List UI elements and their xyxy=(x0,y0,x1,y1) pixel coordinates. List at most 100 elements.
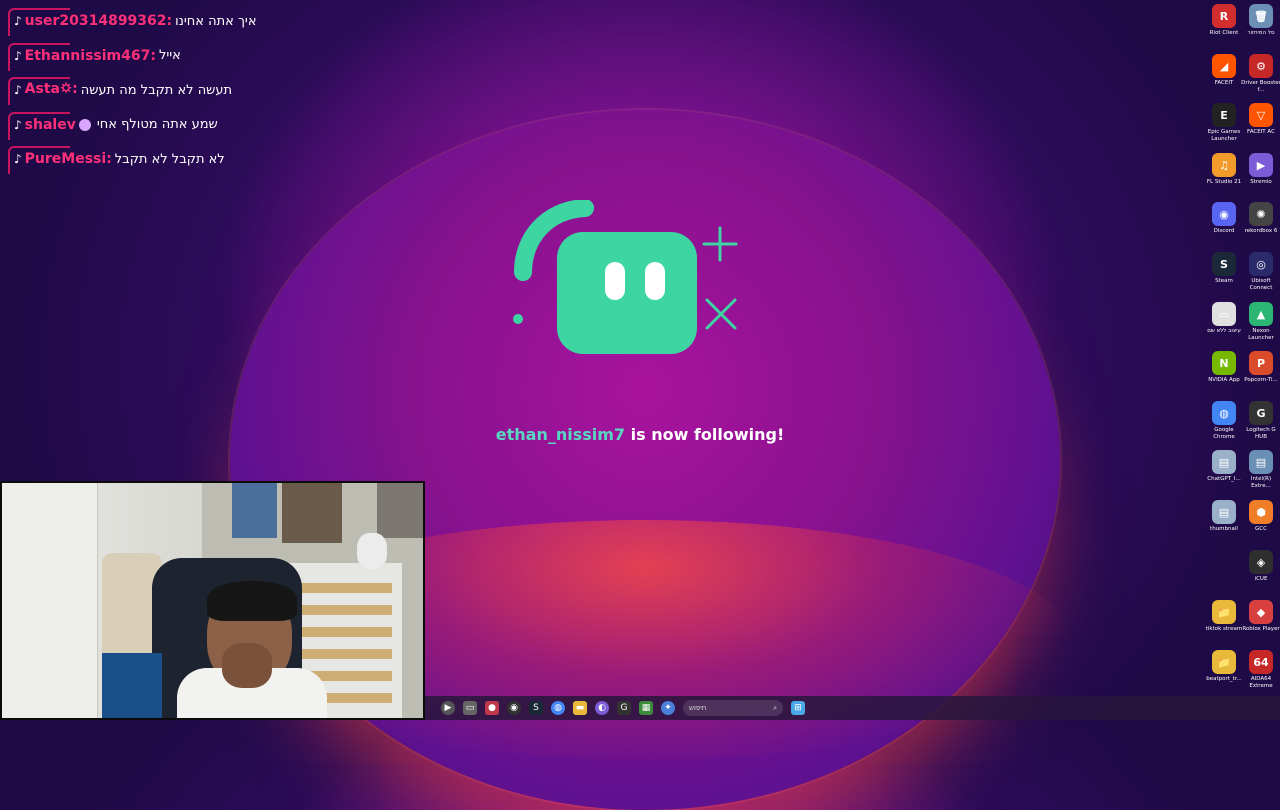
desktop-icon[interactable]: ◉ Discord xyxy=(1204,202,1244,235)
desktop-icon[interactable]: 🗑 סל המיחזור xyxy=(1241,4,1280,37)
desktop-icon-label: NVIDIA App xyxy=(1208,377,1240,383)
follow-alert-message: is now following! xyxy=(625,425,785,444)
desktop-icon[interactable]: ◆ Roblox Player xyxy=(1241,600,1280,633)
app-icon: G xyxy=(1249,401,1273,425)
chat-text: אייל xyxy=(158,48,181,63)
streamlabs-taskbar-icon[interactable]: ◐ xyxy=(595,701,609,715)
desktop-icon-label: Intel(R) Extre... xyxy=(1250,476,1272,489)
app-icon: ▤ xyxy=(1249,450,1273,474)
chat-message: ♪ shalev שמע אתה מטולף אחי xyxy=(8,111,308,140)
chat-message: ♪ user20314899362: איך אתה אחינו xyxy=(8,8,308,36)
desktop-icon[interactable]: N NVIDIA App xyxy=(1204,351,1244,384)
chat-message: ♪ Asta🌣: תעשה לא תקבל מה תעשה xyxy=(8,77,308,105)
desktop-icon-label: AIDA64 Extreme xyxy=(1249,676,1273,689)
desktop-icon-label: Logitech G HUB xyxy=(1246,427,1276,440)
chat-message: ♪ Ethannissim467: אייל xyxy=(8,42,308,71)
app-icon: N xyxy=(1212,351,1236,375)
app-icon: E xyxy=(1212,103,1236,127)
tiktok-icon: ♪ xyxy=(14,117,22,132)
desktop-icon[interactable]: ▤ ChatGPT_I... xyxy=(1204,450,1244,483)
search-icon: ⌕ xyxy=(773,703,777,712)
app-window-icon[interactable]: ▭ xyxy=(463,701,477,715)
tiktok-icon: ♪ xyxy=(14,83,22,97)
desktop-icon[interactable]: ▤ Intel(R) Extre... xyxy=(1241,450,1280,490)
desktop-icon[interactable]: ▲ Nexon Launcher xyxy=(1241,302,1280,342)
desktop-icon-label: Discord xyxy=(1213,228,1235,234)
desktop-icon[interactable]: S Steam xyxy=(1204,252,1244,285)
copilot-icon[interactable]: ✦ xyxy=(661,701,675,715)
desktop-icon-label: Roblox Player xyxy=(1242,626,1280,632)
tiktok-icon: ♪ xyxy=(14,152,22,166)
desktop-icon[interactable]: P Popcorn-Ti... xyxy=(1241,351,1280,384)
desktop-icon[interactable]: ▽ FACEIT AC xyxy=(1241,103,1280,136)
pin-app-icon[interactable]: ● xyxy=(485,701,499,715)
desktop-icon-label: rekordbox 6 xyxy=(1244,228,1278,234)
app-icon: ◎ xyxy=(1249,252,1273,276)
desktop-icon[interactable]: 64 AIDA64 Extreme xyxy=(1241,650,1280,690)
chat-username: shalev xyxy=(24,116,76,133)
desktop-icon[interactable]: ◈ iCUE xyxy=(1241,550,1280,583)
desktop-icon-label: Epic Games Launcher xyxy=(1207,129,1241,142)
windows-start-icon[interactable]: ⊞ xyxy=(791,701,805,715)
desktop-icon-label: FACEIT xyxy=(1214,80,1234,86)
app-icon: R xyxy=(1212,4,1236,28)
chat-text: איך אתה אחינו xyxy=(175,13,257,29)
app-icon: ◈ xyxy=(1249,550,1273,574)
chat-message: ♪ PureMessi: לא תקבל לא תקבל xyxy=(8,146,308,174)
obs-icon[interactable]: ◉ xyxy=(507,701,521,715)
app-icon: ▽ xyxy=(1249,103,1273,127)
app-icon: 🗑 xyxy=(1249,4,1273,28)
app-icon: ◍ xyxy=(1212,401,1236,425)
desktop-icon[interactable]: 📁 beatport_tr... xyxy=(1204,650,1244,683)
desktop-icon-label: FACEIT AC xyxy=(1247,129,1275,135)
desktop-icon[interactable]: ◢ FACEIT xyxy=(1204,54,1244,87)
media-play-icon[interactable]: ▶ xyxy=(441,701,455,715)
desktop-icon[interactable]: E Epic Games Launcher xyxy=(1204,103,1244,143)
desktop-icon[interactable]: ⚙ Driver Booster f... xyxy=(1241,54,1280,94)
desktop-icon[interactable]: ◎ Ubisoft Connect xyxy=(1241,252,1280,292)
desktop-icon-label: Popcorn-Ti... xyxy=(1244,377,1278,383)
desktop-icon-label: Ubisoft Connect xyxy=(1249,278,1273,291)
desktop-icon[interactable]: ▭ עיצוב ללא שם xyxy=(1204,302,1244,335)
desktop-icon-label: Nexon Launcher xyxy=(1248,328,1274,341)
desktop-icon-label: beatport_tr... xyxy=(1206,676,1242,682)
app-icon: ▶ xyxy=(1249,153,1273,177)
follow-alert-text: ethan_nissim7 is now following! xyxy=(0,425,1280,444)
desktop-icon[interactable]: ▤ thumbnail xyxy=(1204,500,1244,533)
desktop-icon-label: iCUE xyxy=(1254,576,1268,582)
desktop-icon[interactable]: 📁 tiktok stream xyxy=(1204,600,1244,633)
minecraft-icon[interactable]: ▦ xyxy=(639,701,653,715)
desktop-icon-label: tiktok stream xyxy=(1205,626,1243,632)
taskbar: ▶ ▭ ● ◉ S ◍ ▬ ◐ G ▦ ✦ חיפוש ⌕ ⊞ xyxy=(425,696,1280,720)
app-icon: ▤ xyxy=(1212,450,1236,474)
chat-overlay: ♪ user20314899362: איך אתה אחינו ♪ Ethan… xyxy=(8,8,308,181)
desktop-icon-label: GCC xyxy=(1255,526,1267,532)
app-icon: ▤ xyxy=(1212,500,1236,524)
tiktok-icon: ♪ xyxy=(14,14,22,28)
desktop-icon[interactable]: ✺ rekordbox 6 xyxy=(1241,202,1280,235)
chat-text: שמע אתה מטולף אחי xyxy=(96,117,218,132)
desktop-icon[interactable]: G Logitech G HUB xyxy=(1241,401,1280,441)
app-icon: ♫ xyxy=(1212,153,1236,177)
desktop-icon[interactable]: ▶ Stremio xyxy=(1241,153,1280,186)
chat-text: תעשה לא תקבל מה תעשה xyxy=(80,82,233,98)
desktop-icon-label: FL Studio 21 xyxy=(1206,179,1242,185)
app-icon: 📁 xyxy=(1212,600,1236,624)
desktop-icon[interactable]: R Riot Client xyxy=(1204,4,1244,37)
desktop-icon[interactable]: ◍ Google Chrome xyxy=(1204,401,1244,441)
logitech-taskbar-icon[interactable]: G xyxy=(617,701,631,715)
desktop-icon[interactable]: ⬢ GCC xyxy=(1241,500,1280,533)
desktop-icon-label: Stremio xyxy=(1250,179,1272,185)
chat-username: PureMessi: xyxy=(24,151,112,167)
taskbar-search[interactable]: חיפוש ⌕ xyxy=(683,700,783,716)
chrome-taskbar-icon[interactable]: ◍ xyxy=(551,701,565,715)
tiktok-icon: ♪ xyxy=(14,48,22,63)
steam-taskbar-icon[interactable]: S xyxy=(529,701,543,715)
desktop-icon[interactable]: ♫ FL Studio 21 xyxy=(1204,153,1244,186)
follow-alert-username: ethan_nissim7 xyxy=(495,425,626,444)
emote-icon xyxy=(78,118,91,131)
app-icon: ▭ xyxy=(1212,302,1236,326)
chat-username: Ethannissim467: xyxy=(24,47,156,64)
file-explorer-icon[interactable]: ▬ xyxy=(573,701,587,715)
app-icon: 📁 xyxy=(1212,650,1236,674)
